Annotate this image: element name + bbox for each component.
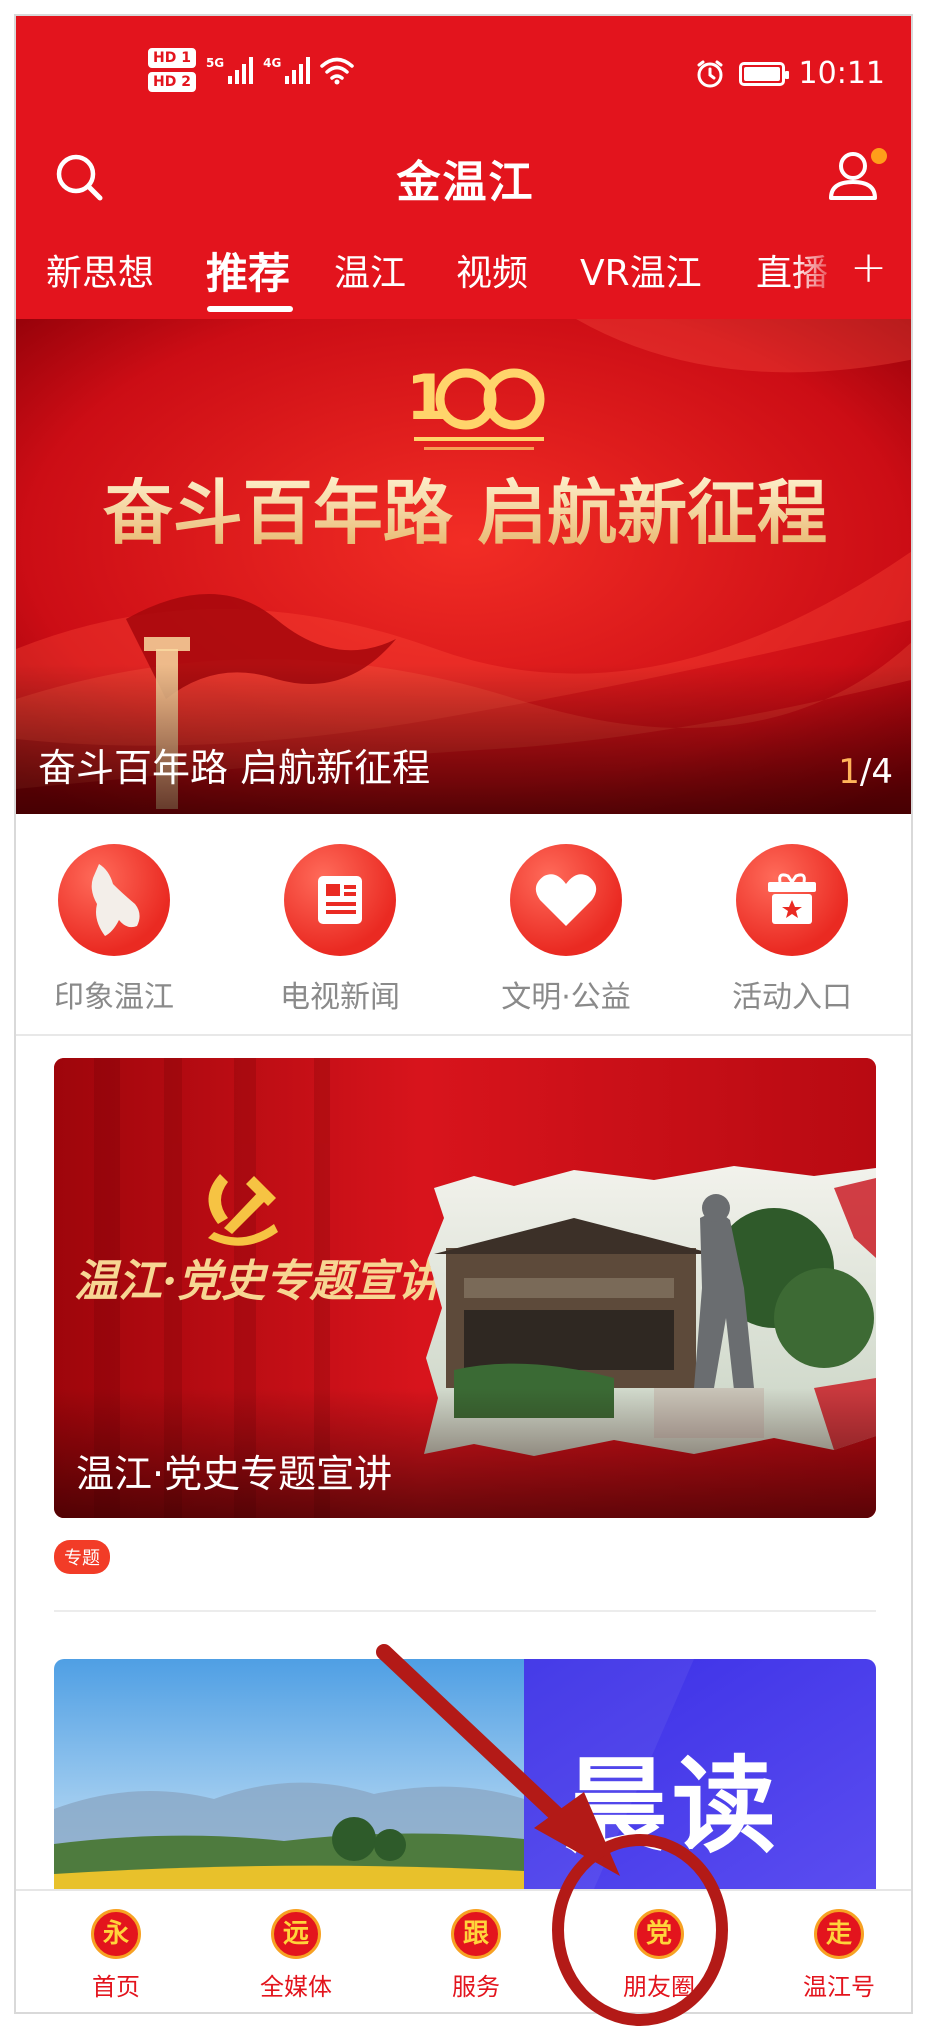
nav-label: 温江号 (803, 1973, 875, 2001)
nav-label: 朋友圈 (623, 1973, 695, 2001)
channel-tabs: 新思想 推荐 温江 视频 VR温江 直播 + (16, 236, 911, 319)
nav-all-media[interactable]: 远 全媒体 (216, 1909, 376, 2002)
tab-wenjiang[interactable]: 温江 (334, 244, 406, 296)
quick-link-impression[interactable]: 印象温江 (16, 844, 214, 1016)
active-tab-underline (207, 306, 293, 312)
nav-label: 服务 (452, 1973, 500, 2001)
nav-badge-icon: 走 (814, 1909, 864, 1959)
quick-link-label: 活动入口 (732, 980, 852, 1015)
tab-xinsixiang[interactable]: 新思想 (46, 244, 154, 296)
heart-icon (510, 844, 622, 956)
header-area: HD 1 HD 2 5G 4G 10:11 金温江 新思想 推荐 温江 视频 V… (16, 16, 911, 319)
tab-tuijian[interactable]: 推荐 (206, 240, 290, 301)
nav-label: 首页 (92, 1973, 140, 2001)
quick-links-grid: 印象温江 电视新闻 文明·公益 活动入口 (16, 814, 911, 1036)
nav-moments[interactable]: 党 朋友圈 (579, 1909, 739, 2002)
banner-caption: 奋斗百年路 启航新征程 (38, 746, 431, 790)
add-channel-icon[interactable]: + (850, 242, 887, 293)
tab-scroll-fade (793, 236, 843, 319)
notification-dot (871, 148, 887, 164)
quick-link-tv-news[interactable]: 电视新闻 (240, 844, 440, 1016)
nav-wenjiang-account[interactable]: 走 温江号 (759, 1909, 911, 2002)
nav-badge-icon: 远 (271, 1909, 321, 1959)
quick-link-label: 文明·公益 (501, 980, 631, 1015)
network-indicators: HD 1 HD 2 5G 4G (148, 48, 355, 92)
tab-shipin[interactable]: 视频 (456, 244, 528, 296)
article-artwork-text: 晨读 (564, 1745, 781, 1867)
article-tag: 专题 (54, 1540, 110, 1574)
user-profile-button[interactable] (823, 144, 887, 208)
banner-page-current: 1 (838, 752, 860, 792)
nav-badge-icon: 跟 (451, 1909, 501, 1959)
quick-link-activities[interactable]: 活动入口 (692, 844, 892, 1016)
banner-artwork-text: 奋斗百年路 启航新征程 (103, 471, 827, 554)
signal-5g: 5G (205, 56, 254, 84)
signal-bars-icon (285, 56, 311, 84)
article-title: 温江·党史专题宣讲 (76, 1452, 393, 1496)
wifi-icon (320, 57, 355, 85)
sim2-label: HD 2 (148, 72, 196, 92)
sim-indicators: HD 1 HD 2 (148, 48, 196, 92)
signal-4g: 4G (263, 56, 311, 84)
map-icon (58, 844, 170, 956)
gift-icon (736, 844, 848, 956)
article-card[interactable]: 晨读 (54, 1659, 876, 1889)
nav-services[interactable]: 跟 服务 (396, 1909, 556, 2002)
nav-badge-icon: 党 (634, 1909, 684, 1959)
signal-bars-icon (228, 56, 254, 84)
net1-label: 5G (205, 56, 225, 70)
divider (54, 1610, 876, 1612)
app-title: 金温江 (396, 157, 535, 208)
sim1-label: HD 1 (148, 48, 196, 68)
newspaper-icon (284, 844, 396, 956)
banner-pager: 1/4 (838, 752, 893, 792)
quick-link-charity[interactable]: 文明·公益 (466, 844, 666, 1016)
clock: 10:11 (798, 56, 885, 91)
article-card[interactable]: 温江·党史专题宣讲 温江·党史专题宣讲 (54, 1058, 876, 1518)
nav-badge-icon: 永 (91, 1909, 141, 1959)
bottom-navigation: 永 首页 远 全媒体 跟 服务 党 朋友圈 走 温江号 (16, 1889, 911, 2012)
app-bar: 金温江 (16, 136, 911, 236)
quick-link-label: 电视新闻 (280, 980, 400, 1015)
article-artwork-text: 温江·党史专题宣讲 (74, 1256, 447, 1307)
nav-home[interactable]: 永 首页 (36, 1909, 196, 2002)
phone-screen: HD 1 HD 2 5G 4G 10:11 金温江 新思想 推荐 温江 视频 V… (14, 14, 913, 2014)
status-bar: HD 1 HD 2 5G 4G 10:11 (16, 16, 911, 136)
banner-page-total: /4 (859, 752, 893, 792)
quick-link-label: 印象温江 (54, 980, 174, 1015)
battery-icon (738, 61, 789, 86)
net2-label: 4G (263, 56, 282, 70)
system-indicators: 10:11 (695, 56, 885, 91)
banner-carousel[interactable]: 1 奋斗百年路 启航新征程 奋斗百年路 启航新征程 1/4 (16, 319, 911, 814)
alarm-icon (697, 60, 723, 87)
tab-vr-wenjiang[interactable]: VR温江 (580, 244, 702, 296)
nav-label: 全媒体 (260, 1973, 332, 2001)
